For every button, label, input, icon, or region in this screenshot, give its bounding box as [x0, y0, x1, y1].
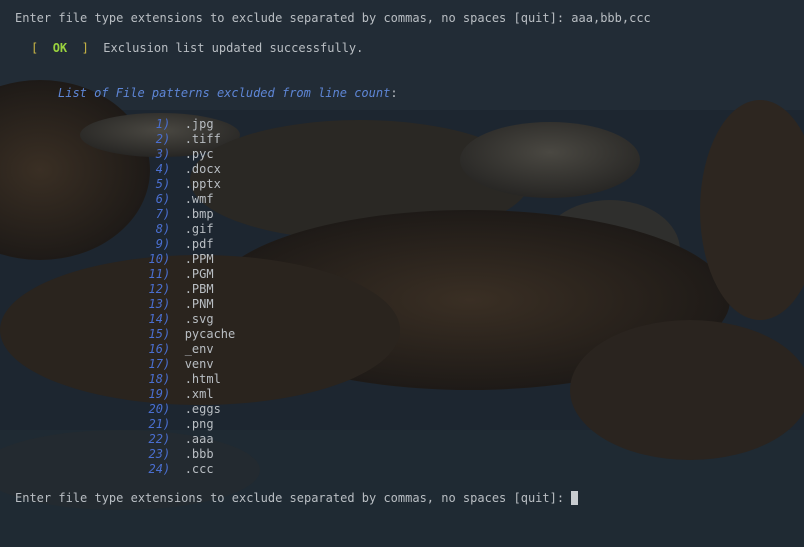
list-item-number: 4	[155, 162, 163, 176]
list-item-number: 1	[155, 117, 163, 131]
list-item-pattern: .tiff	[184, 132, 221, 146]
list-item-number: 12	[148, 282, 163, 296]
list-item: 16) _env	[141, 342, 214, 357]
list-item-pattern: _env	[184, 342, 214, 356]
status-bracket-close: ]	[81, 41, 89, 55]
prompt-line-previous: Enter file type extensions to exclude se…	[15, 11, 651, 26]
list-item: 19) .xml	[141, 387, 214, 402]
list-item: 13) .PNM	[141, 297, 214, 312]
prompt-input-value: aaa,bbb,ccc	[571, 11, 651, 25]
list-item-pattern: .pptx	[184, 177, 221, 191]
list-item-number: 3	[155, 147, 163, 161]
list-item-number: 8	[155, 222, 163, 236]
list-item-pattern: .ccc	[184, 462, 214, 476]
list-item-number: 23	[148, 447, 163, 461]
list-item-pattern: .bmp	[184, 207, 214, 221]
prompt-line-current[interactable]: Enter file type extensions to exclude se…	[15, 491, 579, 506]
list-item-number: 18	[148, 372, 163, 386]
list-item-pattern: .bbb	[184, 447, 214, 461]
list-item-number: 10	[148, 252, 163, 266]
list-item-number: 13	[148, 297, 163, 311]
text-cursor	[571, 491, 579, 505]
list-item-pattern: pycache	[184, 327, 236, 341]
list-item: 17) venv	[141, 357, 214, 372]
list-item-pattern: .PNM	[184, 297, 214, 311]
list-item: 20) .eggs	[141, 402, 221, 417]
list-item-number: 24	[148, 462, 163, 476]
list-item: 7) .bmp	[141, 207, 214, 222]
exclusion-list-heading: List of File patterns excluded from line…	[58, 86, 398, 101]
list-item-number: 6	[155, 192, 163, 206]
list-item: 23) .bbb	[141, 447, 214, 462]
list-item-pattern: .PPM	[184, 252, 214, 266]
list-item: 24) .ccc	[141, 462, 214, 477]
list-item-number: 7	[155, 207, 163, 221]
list-item-number: 22	[148, 432, 163, 446]
list-item-number: 20	[148, 402, 163, 416]
list-item: 5) .pptx	[141, 177, 221, 192]
list-item-number: 9	[155, 237, 163, 251]
list-item-pattern: .svg	[184, 312, 214, 326]
list-item-pattern: .gif	[184, 222, 214, 236]
list-item: 22) .aaa	[141, 432, 214, 447]
list-item: 4) .docx	[141, 162, 221, 177]
list-item: 15) pycache	[141, 327, 236, 342]
status-ok-badge: OK	[52, 41, 68, 55]
list-item: 6) .wmf	[141, 192, 214, 207]
list-item-number: 19	[148, 387, 163, 401]
list-item: 1) .jpg	[141, 117, 214, 132]
status-message: Exclusion list updated successfully.	[103, 41, 364, 55]
list-item-pattern: .aaa	[184, 432, 214, 446]
list-item: 3) .pyc	[141, 147, 214, 162]
list-item-number: 2	[155, 132, 163, 146]
list-item: 21) .png	[141, 417, 214, 432]
list-item-pattern: .png	[184, 417, 214, 431]
list-item: 10) .PPM	[141, 252, 214, 267]
list-item-pattern: .jpg	[184, 117, 214, 131]
prompt-text: Enter file type extensions to exclude se…	[15, 11, 572, 25]
list-item: 14) .svg	[141, 312, 214, 327]
list-item-number: 5	[155, 177, 163, 191]
status-line: [ OK ] Exclusion list updated successful…	[31, 41, 363, 56]
list-item-number: 16	[148, 342, 163, 356]
terminal-window[interactable]: Enter file type extensions to exclude se…	[0, 0, 804, 547]
list-item-number: 17	[148, 357, 163, 371]
list-item-pattern: .pyc	[184, 147, 214, 161]
list-item: 9) .pdf	[141, 237, 214, 252]
list-item: 18) .html	[141, 372, 221, 387]
list-item-number: 14	[148, 312, 163, 326]
list-item: 8) .gif	[141, 222, 214, 237]
list-item: 12) .PBM	[141, 282, 214, 297]
list-item-pattern: .PGM	[184, 267, 214, 281]
list-item-pattern: .xml	[184, 387, 214, 401]
list-item: 2) .tiff	[141, 132, 221, 147]
list-item-number: 21	[148, 417, 163, 431]
list-heading-title: List of File patterns excluded from line…	[58, 86, 391, 100]
list-item-number: 11	[148, 267, 163, 281]
list-item-pattern: venv	[184, 357, 214, 371]
list-item-pattern: .eggs	[184, 402, 221, 416]
list-item-pattern: .pdf	[184, 237, 214, 251]
list-item-pattern: .wmf	[184, 192, 214, 206]
list-item-pattern: .docx	[184, 162, 221, 176]
list-item-number: 15	[148, 327, 163, 341]
list-item: 11) .PGM	[141, 267, 214, 282]
prompt-text: Enter file type extensions to exclude se…	[15, 491, 572, 505]
list-item-pattern: .PBM	[184, 282, 214, 296]
list-item-pattern: .html	[184, 372, 221, 386]
list-heading-colon: :	[390, 86, 398, 100]
